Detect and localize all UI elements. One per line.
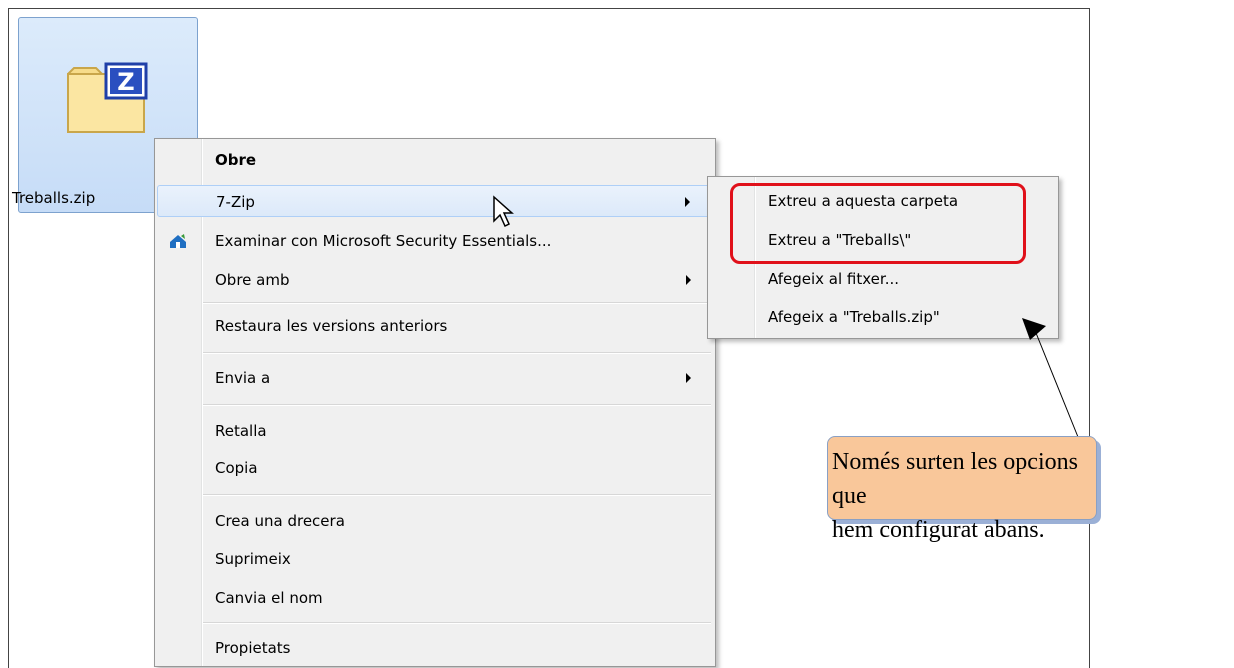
svg-text:Z: Z xyxy=(117,68,134,96)
menu-item-label: Suprimeix xyxy=(215,550,291,568)
zip-file-icon: Z xyxy=(67,62,148,133)
menu-item-crea-drecera[interactable]: Crea una drecera xyxy=(157,505,713,537)
menu-item-label: Canvia el nom xyxy=(215,589,323,607)
menu-item-label: Retalla xyxy=(215,422,267,440)
menu-separator xyxy=(203,352,711,354)
file-name-label: Treballs.zip xyxy=(12,189,96,207)
security-essentials-icon xyxy=(170,234,186,248)
context-menu: Obre 7-Zip Examinar con Microsoft Securi… xyxy=(154,138,716,667)
menu-item-envia-a[interactable]: Envia a xyxy=(157,362,713,394)
highlight-box xyxy=(730,183,1026,264)
callout-note: Només surten les opcions que hem configu… xyxy=(827,436,1097,543)
mouse-cursor-icon xyxy=(493,195,514,228)
submenu-item-label: Afegeix al fitxer... xyxy=(768,270,899,288)
menu-item-label: Examinar con Microsoft Security Essentia… xyxy=(215,232,552,250)
menu-item-canvia-nom[interactable]: Canvia el nom xyxy=(157,582,713,614)
menu-item-copia[interactable]: Copia xyxy=(157,452,713,484)
menu-separator xyxy=(203,302,711,304)
menu-item-label: Restaura les versions anteriors xyxy=(215,317,448,335)
menu-separator xyxy=(203,404,711,406)
menu-item-label: Crea una drecera xyxy=(215,512,345,530)
menu-item-retalla[interactable]: Retalla xyxy=(157,415,713,447)
submenu-item-afegeix-fitxer[interactable]: Afegeix al fitxer... xyxy=(710,263,1056,296)
menu-separator xyxy=(203,494,711,496)
menu-item-obre[interactable]: Obre xyxy=(157,144,713,176)
submenu-item-label: Afegeix a "Treballs.zip" xyxy=(768,308,940,326)
callout-line-1: Només surten les opcions que xyxy=(832,449,1078,509)
menu-item-propietats[interactable]: Propietats xyxy=(157,632,713,664)
menu-item-label: Obre xyxy=(215,151,257,169)
menu-item-restaura-versions[interactable]: Restaura les versions anteriors xyxy=(157,310,713,342)
menu-item-label: Copia xyxy=(215,459,258,477)
submenu-item-afegeix-treballs-zip[interactable]: Afegeix a "Treballs.zip" xyxy=(710,301,1056,334)
menu-item-label: Obre amb xyxy=(215,271,290,289)
submenu-arrow-icon xyxy=(686,373,691,383)
menu-item-label: 7-Zip xyxy=(216,193,255,211)
menu-item-suprimeix[interactable]: Suprimeix xyxy=(157,543,713,575)
submenu-arrow-icon xyxy=(686,275,691,285)
menu-item-label: Propietats xyxy=(215,639,291,657)
menu-item-7zip[interactable]: 7-Zip xyxy=(157,185,713,217)
submenu-arrow-icon xyxy=(685,197,690,207)
callout-line-2: hem configurat abans. xyxy=(832,517,1045,543)
menu-item-obre-amb[interactable]: Obre amb xyxy=(157,264,713,296)
menu-item-security-essentials[interactable]: Examinar con Microsoft Security Essentia… xyxy=(157,225,713,257)
menu-item-label: Envia a xyxy=(215,369,271,387)
menu-separator xyxy=(203,622,711,624)
